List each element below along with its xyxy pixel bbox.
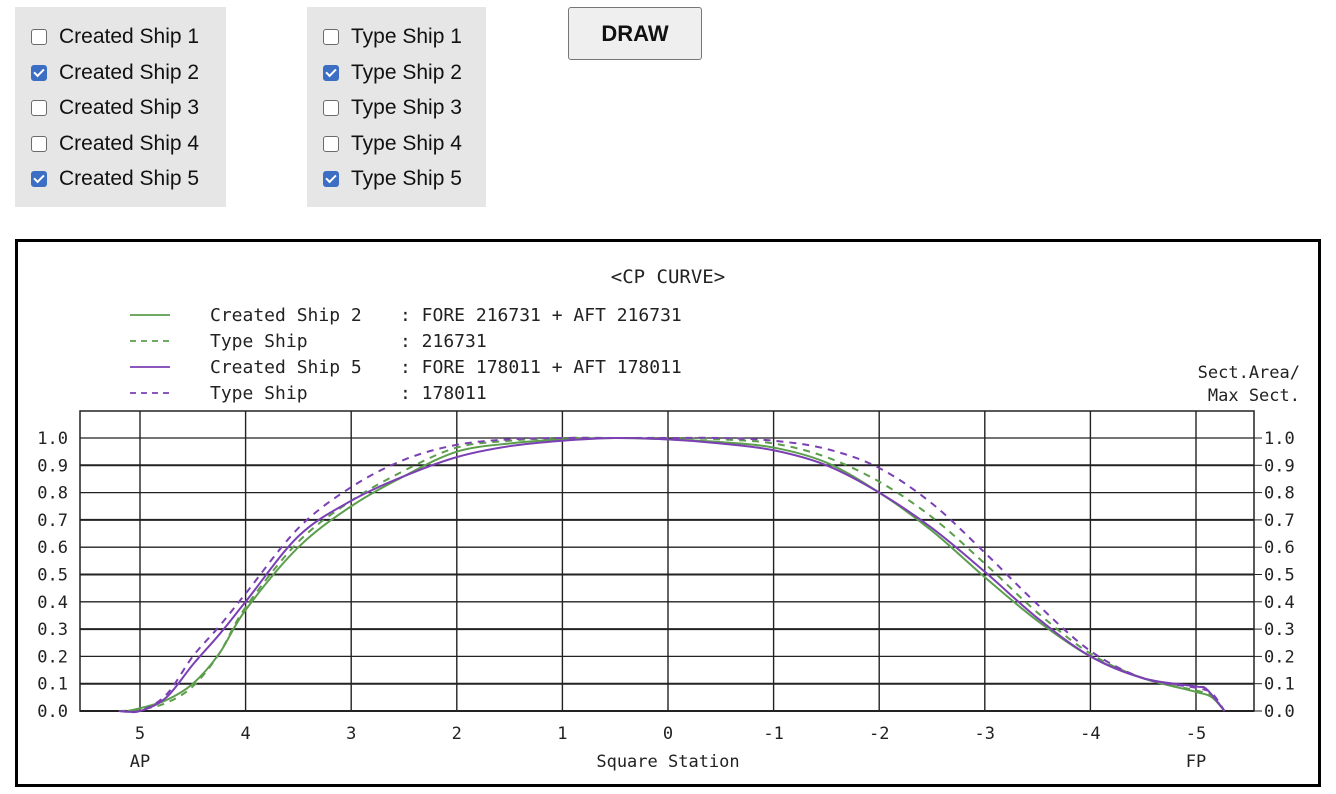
type-ship-checkbox-label: Type Ship 1	[351, 25, 462, 48]
y-tick-label-right: 0.7	[1264, 511, 1295, 531]
x-tick-label: -4	[1080, 724, 1100, 744]
draw-button[interactable]: DRAW	[568, 7, 702, 60]
y-tick-label-left: 0.3	[37, 620, 68, 640]
x-axis-label: Square Station	[596, 752, 739, 772]
checkbox-checked-icon[interactable]	[323, 171, 339, 188]
y-tick-label-right: 0.2	[1264, 647, 1295, 667]
x-tick-label: 1	[557, 724, 567, 744]
plot-area	[79, 410, 1255, 712]
type-ship-checkbox-label: Type Ship 2	[351, 60, 462, 84]
type-ship-checkbox-label: Type Ship 4	[351, 131, 462, 155]
type-ship-checkbox-4[interactable]: Type Ship 4	[323, 130, 462, 158]
type-ship-checkbox-3[interactable]: Type Ship 3	[323, 94, 462, 122]
legend-value: : FORE 178011 + AFT 178011	[400, 357, 682, 378]
y-tick-label-left: 0.6	[37, 538, 68, 558]
x-tick-label: -2	[869, 724, 889, 744]
y-tick-label-left: 0.7	[37, 511, 68, 531]
y-tick-label-left: 0.0	[37, 702, 68, 722]
x-end-label-ap: AP	[130, 752, 150, 772]
y-tick-label-left: 1.0	[37, 429, 68, 449]
type-ship-checkbox-1[interactable]: Type Ship 1	[323, 23, 462, 51]
legend-name: Created Ship 2	[210, 305, 362, 326]
legend-name: Type Ship	[210, 331, 308, 352]
x-end-label-fp: FP	[1186, 752, 1206, 772]
y-tick-label-right: 0.5	[1264, 566, 1295, 586]
created-ship-checkbox-1[interactable]: Created Ship 1	[31, 23, 199, 51]
y-tick-label-right: 0.3	[1264, 620, 1295, 640]
legend-value: : FORE 216731 + AFT 216731	[400, 305, 682, 326]
checkbox-checked-icon[interactable]	[31, 64, 47, 81]
x-tick-label: 3	[346, 724, 356, 744]
y-tick-label-left: 0.8	[37, 484, 68, 504]
type-ship-checkbox-group: Type Ship 1 Type Ship 2 Type Ship 3 Type Sh…	[307, 7, 486, 207]
chart-title: <CP CURVE>	[611, 266, 725, 288]
checkbox-unchecked-icon[interactable]	[323, 29, 339, 45]
y-tick-label-right: 0.8	[1264, 484, 1295, 504]
checkbox-checked-icon[interactable]	[323, 64, 339, 81]
legend-name: Created Ship 5	[210, 357, 362, 378]
y-tick-label-left: 0.2	[37, 647, 68, 667]
x-tick-label: -1	[763, 724, 783, 744]
created-ship-checkbox-group: Created Ship 1 Created Ship 2 Created Ship…	[15, 7, 226, 207]
cp-curve-chart-frame: 0.0 0.0 0.1 0.1 0.2 0.2 0.3 0.3 0.4 0.4 0.5 0.5 0.6 0…	[15, 239, 1321, 787]
type-ship-checkbox-label: Type Ship 3	[351, 96, 462, 120]
y-tick-label-right: 0.1	[1264, 675, 1295, 695]
type-ship-checkbox-label: Type Ship 5	[351, 167, 462, 191]
checkbox-unchecked-icon[interactable]	[31, 135, 47, 152]
cp-curve-chart: 0.0 0.0 0.1 0.1 0.2 0.2 0.3 0.3 0.4 0.4 0.5 0.5 0.6 0…	[37, 266, 1300, 772]
y-tick-label-right: 0.4	[1264, 593, 1295, 613]
created-ship-checkbox-label: Created Ship 4	[59, 131, 200, 155]
created-ship-checkbox-label: Created Ship 2	[59, 60, 200, 84]
y-tick-label-right: 1.0	[1264, 429, 1295, 449]
y-tick-label-left: 0.9	[37, 456, 68, 476]
created-ship-checkbox-2[interactable]: Created Ship 2	[31, 59, 199, 87]
created-ship-checkbox-5[interactable]: Created Ship 5	[31, 165, 199, 193]
y-tick-label-left: 0.5	[37, 566, 68, 586]
y-tick-label-left: 0.4	[37, 593, 68, 613]
created-ship-checkbox-4[interactable]: Created Ship 4	[31, 130, 199, 158]
type-ship-checkbox-2[interactable]: Type Ship 2	[323, 59, 462, 87]
created-ship-checkbox-label: Created Ship 1	[59, 25, 200, 48]
created-ship-checkbox-label: Created Ship 3	[59, 96, 200, 120]
x-tick-label: -3	[975, 724, 995, 744]
checkbox-unchecked-icon[interactable]	[323, 100, 339, 117]
checkbox-unchecked-icon[interactable]	[31, 29, 47, 45]
checkbox-unchecked-icon[interactable]	[31, 100, 47, 117]
x-tick-label: 0	[663, 724, 673, 744]
y-tick-label-right: 0.0	[1264, 702, 1295, 722]
type-ship-checkbox-5[interactable]: Type Ship 5	[323, 165, 462, 193]
legend-value: : 178011	[400, 383, 487, 404]
legend-value: : 216731	[400, 331, 487, 352]
y-tick-label-right: 0.9	[1264, 456, 1295, 476]
x-tick-label: 2	[452, 724, 462, 744]
y-tick-label-right: 0.6	[1264, 538, 1295, 558]
legend-name: Type Ship	[210, 383, 308, 404]
y-axis-label-line2: Max Sect.	[1208, 386, 1300, 406]
x-tick-label: 4	[240, 724, 250, 744]
checkbox-unchecked-icon[interactable]	[323, 135, 339, 152]
y-axis-label-line1: Sect.Area/	[1198, 363, 1300, 383]
x-tick-label: 5	[135, 724, 145, 744]
created-ship-checkbox-label: Created Ship 5	[59, 167, 200, 191]
created-ship-checkbox-3[interactable]: Created Ship 3	[31, 94, 199, 122]
checkbox-checked-icon[interactable]	[31, 171, 47, 188]
y-tick-label-left: 0.1	[37, 675, 68, 695]
x-tick-label: -5	[1186, 724, 1206, 744]
